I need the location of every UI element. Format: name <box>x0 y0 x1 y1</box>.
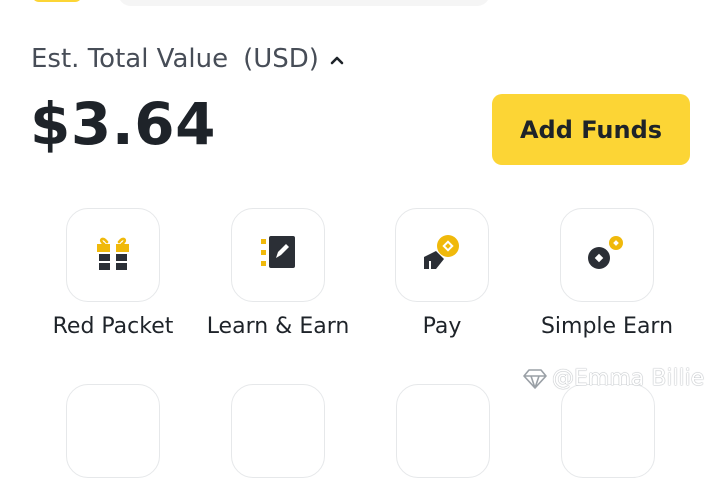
currency-label: (USD) <box>243 44 319 74</box>
shortcut-label: Pay <box>422 314 462 339</box>
shortcut-icon-box[interactable] <box>396 384 490 478</box>
pay-icon <box>422 235 462 275</box>
shortcut-label: Simple Earn <box>540 314 674 339</box>
watermark-text: @Emma Billie <box>552 366 705 391</box>
shortcut-red-packet[interactable]: Red Packet <box>28 208 198 339</box>
top-yellow-pill[interactable] <box>32 0 82 2</box>
shortcut-icon-box[interactable] <box>231 384 325 478</box>
gift-icon <box>95 234 131 276</box>
watermark: @Emma Billie <box>522 366 704 391</box>
search-bar[interactable] <box>118 0 490 6</box>
chevron-up-icon[interactable] <box>329 43 345 73</box>
balance-label: Est. Total Value <box>31 44 229 74</box>
balance-header[interactable]: Est. Total Value (USD) <box>31 44 345 74</box>
notebook-edit-icon <box>260 236 296 274</box>
shortcut-icon-box[interactable] <box>395 208 489 302</box>
shortcut-learn-earn[interactable]: Learn & Earn <box>193 208 363 339</box>
balance-amount: $3.64 <box>30 90 216 158</box>
shortcut-label: Learn & Earn <box>206 314 350 339</box>
shortcut-icon-box[interactable] <box>561 384 655 478</box>
shortcut-simple-earn[interactable]: Simple Earn <box>522 208 692 339</box>
coins-icon <box>587 235 627 275</box>
shortcut-icon-box[interactable] <box>231 208 325 302</box>
shortcut-pay[interactable]: Pay <box>357 208 527 339</box>
diamond-icon <box>523 368 547 389</box>
shortcut-icon-box[interactable] <box>66 384 160 478</box>
shortcut-label: Red Packet <box>52 314 174 339</box>
shortcut-icon-box[interactable] <box>560 208 654 302</box>
add-funds-button[interactable]: Add Funds <box>492 94 690 165</box>
shortcut-icon-box[interactable] <box>66 208 160 302</box>
